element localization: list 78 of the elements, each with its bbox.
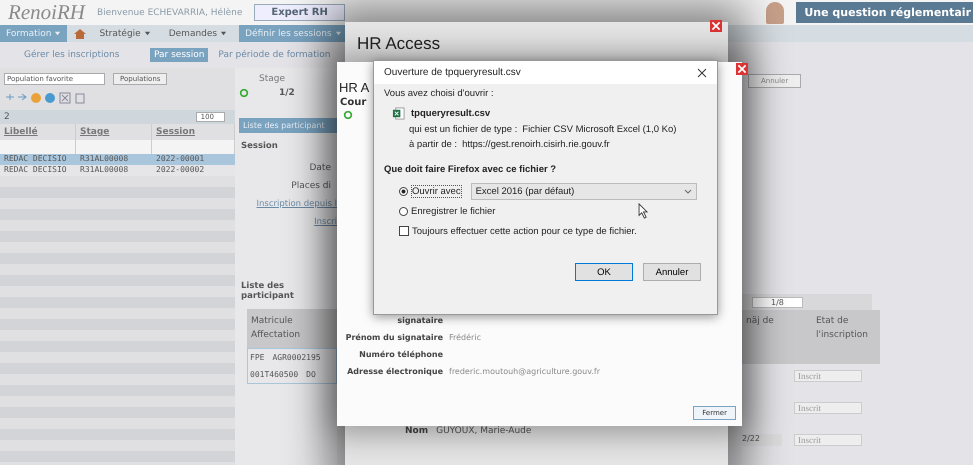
role-tab[interactable]: Expert RH bbox=[254, 4, 345, 21]
info-value: Fichier CSV Microsoft Excel (1,0 Ko) bbox=[522, 124, 676, 135]
breadcrumb-step[interactable]: Par session bbox=[150, 48, 208, 62]
table-cell-text: 2022-00002 bbox=[155, 165, 206, 176]
column-header: Etat de l'inscription bbox=[816, 315, 866, 342]
question-text: Que doit faire Firefox avec ce fichier ? bbox=[384, 164, 558, 175]
column-header: näj de bbox=[746, 315, 775, 328]
field-value: Frédéric bbox=[449, 333, 481, 342]
table-cell-text: REDAC DECISIO bbox=[3, 165, 68, 176]
refresh-icon[interactable] bbox=[239, 88, 249, 98]
dialog-title: Ouverture de tpqueryresult.csv bbox=[384, 67, 521, 78]
page-title: Gérer les inscriptions bbox=[24, 50, 120, 60]
menu-item[interactable]: Stratégie bbox=[93, 25, 157, 42]
pager-field[interactable]: 1/8 bbox=[752, 296, 803, 308]
participants-tab[interactable]: Liste des participant bbox=[239, 118, 337, 133]
field-label: Numéro téléphone bbox=[358, 350, 443, 359]
column-header: Matricule bbox=[251, 315, 294, 328]
breadcrumb-step[interactable]: Par période de formation bbox=[214, 48, 334, 62]
application-select[interactable]: Excel 2016 (par défaut) bbox=[470, 182, 697, 200]
intro-text: Vous avez choisi d'ouvrir : bbox=[384, 88, 495, 99]
section-title: Session bbox=[240, 140, 279, 153]
table-cell-text: 2022-00001 bbox=[155, 154, 206, 165]
menu-item[interactable]: Définir les sessions bbox=[239, 25, 348, 42]
table-cell: DO bbox=[306, 370, 316, 379]
status-select[interactable]: Inscrit bbox=[794, 370, 862, 382]
radio-button[interactable] bbox=[399, 186, 408, 196]
stage-label: Stage bbox=[258, 73, 286, 84]
dialog-button[interactable]: OK bbox=[575, 263, 633, 281]
status-select[interactable]: Inscrit bbox=[794, 402, 862, 414]
field-label: Places di bbox=[290, 180, 332, 193]
avatar-icon bbox=[766, 2, 784, 24]
checkbox-label[interactable]: Toujours effectuer cette action pour ce type de fichier. bbox=[412, 226, 637, 236]
date-field: 2/22 bbox=[742, 434, 782, 446]
table-cell: FPE bbox=[250, 353, 264, 362]
table-cell-text: R31AL00008 bbox=[79, 165, 130, 176]
checkbox[interactable] bbox=[399, 226, 409, 236]
field-label: signataire bbox=[396, 316, 443, 325]
field-value: GUYOUX, Marie-Aude bbox=[436, 426, 532, 436]
registration-link[interactable]: Inscri bbox=[235, 213, 337, 231]
table-cell-text: R31AL00008 bbox=[79, 154, 130, 165]
field-label: Prénom du signataire bbox=[344, 333, 443, 342]
info-value: https://gest.renoirh.cisirh.rie.gouv.fr bbox=[462, 139, 610, 150]
table-cell-text: REDAC DECISIO bbox=[3, 154, 68, 165]
close-icon[interactable] bbox=[697, 68, 707, 78]
window-title: HR A bbox=[339, 80, 370, 95]
info-label: qui est un fichier de type : bbox=[409, 124, 518, 135]
table-row[interactable]: REDAC DECISIO R31AL00008 2022-00001 bbox=[0, 154, 235, 165]
menu-item[interactable]: Demandes bbox=[162, 25, 234, 42]
field-label: Adresse électronique bbox=[346, 367, 443, 376]
file-name: tpqueryresult.csv bbox=[411, 108, 490, 119]
app-logo: RenoiRH bbox=[8, 0, 85, 25]
info-label: à partir de : bbox=[409, 139, 458, 150]
field-value: frederic.moutouh@agriculture.gouv.fr bbox=[449, 367, 600, 376]
field-label: Date bbox=[308, 162, 332, 175]
spreadsheet-file-icon bbox=[392, 107, 405, 120]
result-count: 2 bbox=[4, 112, 10, 122]
menu-item[interactable]: Formation bbox=[0, 25, 68, 42]
mouse-pointer-icon bbox=[638, 203, 650, 219]
status-select[interactable]: Inscrit bbox=[794, 434, 862, 446]
radio-button[interactable] bbox=[399, 206, 408, 216]
help-banner[interactable]: Une question réglementair bbox=[796, 2, 973, 23]
refresh-icon[interactable] bbox=[343, 110, 353, 120]
chevron-icon bbox=[684, 187, 692, 195]
table-row[interactable]: REDAC DECISIO R31AL00008 2022-00002 bbox=[0, 165, 235, 176]
house-icon[interactable] bbox=[73, 28, 88, 40]
column-header: Affectation bbox=[251, 328, 302, 342]
pager-text: 1/2 bbox=[279, 88, 295, 98]
table-cell: 001T460500 bbox=[250, 370, 298, 379]
section-title: Cour bbox=[339, 96, 368, 110]
option-label[interactable]: Ouvrir avec bbox=[411, 184, 462, 198]
registration-link[interactable]: Inscription depuis l bbox=[235, 195, 337, 213]
welcome-text: Bienvenue ECHEVARRIA, Hélène bbox=[96, 8, 242, 18]
field-label: Nom bbox=[405, 426, 428, 436]
option-label[interactable]: Enregistrer le fichier bbox=[411, 206, 496, 216]
section-title: Liste des participant bbox=[240, 280, 295, 303]
window-title: HR Access bbox=[357, 34, 440, 54]
dialog-button[interactable]: Annuler bbox=[643, 263, 701, 281]
table-cell: AGR0002195 bbox=[272, 353, 321, 362]
